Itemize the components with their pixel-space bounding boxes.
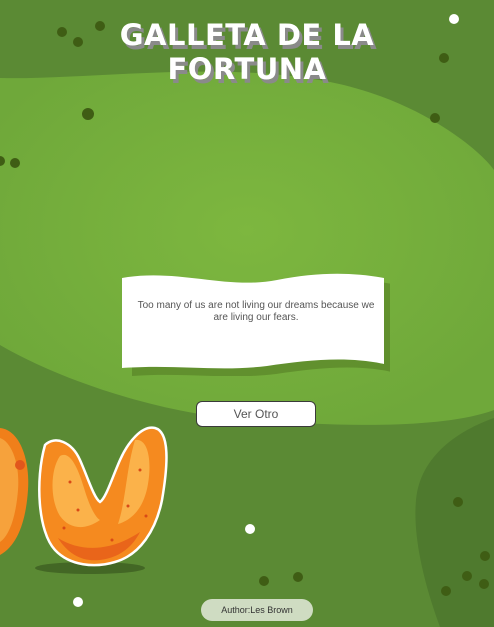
fortune-paper-icon (122, 273, 390, 376)
fortune-paper: Too many of us are not living our dreams… (122, 272, 390, 376)
fortune-quote: Too many of us are not living our dreams… (137, 300, 375, 323)
ver-otro-button[interactable]: Ver Otro (196, 401, 316, 427)
page-title-line-2: FORTUNA (167, 52, 327, 86)
fortune-cookie-icon (0, 426, 168, 567)
page-title: GALLETA DE LA FORTUNA (0, 18, 494, 86)
page-title-line-1: GALLETA DE LA (119, 18, 375, 52)
author-badge: Author:Les Brown (201, 599, 313, 621)
